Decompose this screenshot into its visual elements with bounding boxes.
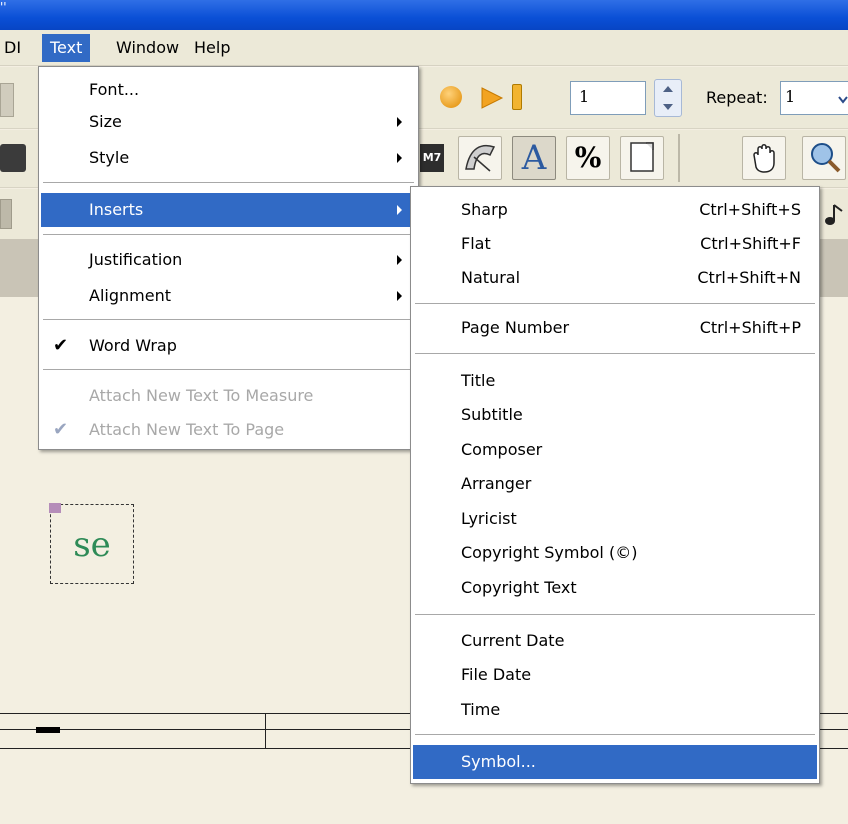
menu-item-current-date[interactable]: Current Date	[413, 624, 817, 658]
page-tool-button[interactable]	[620, 136, 664, 180]
text-tool-button[interactable]: A	[512, 136, 556, 180]
page-number-field[interactable]: 1	[570, 81, 646, 115]
menu-item-size[interactable]: Size	[41, 105, 416, 139]
stop-icon[interactable]	[512, 84, 522, 110]
record-icon[interactable]	[440, 86, 462, 108]
lyrics-icon	[465, 144, 496, 172]
menu-bar: DI Text Window Help	[0, 30, 848, 66]
play-icon[interactable]	[478, 85, 506, 111]
lyrics-tool-button[interactable]	[458, 136, 502, 180]
menu-item-copyright-text[interactable]: Copyright Text	[413, 571, 817, 605]
menu-item-copyright-symbol[interactable]: Copyright Symbol (©)	[413, 536, 817, 570]
submenu-arrow-icon	[397, 153, 402, 163]
submenu-arrow-icon	[397, 117, 402, 127]
menu-item-flat[interactable]: Flat Ctrl+Shift+F	[413, 227, 817, 261]
percent-label: %	[574, 141, 602, 174]
spinner-up-icon[interactable]	[663, 86, 673, 92]
menu-separator	[415, 734, 815, 735]
expression-tool-button[interactable]: %	[566, 136, 610, 180]
menu-item-alignment[interactable]: Alignment	[41, 279, 416, 313]
chord-symbol-tool[interactable]: M7	[420, 144, 444, 172]
submenu-arrow-icon	[397, 291, 402, 301]
menu-item-arranger[interactable]: Arranger	[413, 467, 817, 501]
note-icon[interactable]	[822, 201, 846, 227]
menu-separator	[43, 319, 414, 320]
page-icon	[630, 142, 654, 172]
menu-separator	[415, 303, 815, 304]
text-block-content: se	[73, 525, 111, 565]
magnifier-icon	[811, 143, 841, 173]
menu-window[interactable]: Window	[108, 34, 187, 62]
menu-separator	[415, 614, 815, 615]
hand-tool-button[interactable]	[742, 136, 786, 180]
text-menu: Font... Size Style Inserts Justification…	[38, 66, 419, 450]
menu-item-font[interactable]: Font...	[41, 73, 416, 107]
checkmark-icon: ✔	[53, 419, 69, 440]
text-block[interactable]: se	[49, 503, 134, 584]
menu-item-attach-measure[interactable]: Attach New Text To Measure	[41, 379, 416, 413]
menu-separator	[43, 369, 414, 370]
menu-item-word-wrap[interactable]: ✔ Word Wrap	[41, 329, 416, 363]
tool-partial-icon[interactable]	[0, 144, 26, 172]
repeat-label: Repeat:	[706, 88, 768, 107]
menu-item-composer[interactable]: Composer	[413, 433, 817, 467]
menu-item-style[interactable]: Style	[41, 141, 416, 175]
submenu-arrow-icon	[397, 205, 402, 215]
toolbar-separator	[678, 134, 680, 182]
menu-item-subtitle[interactable]: Subtitle	[413, 398, 817, 432]
checkmark-icon: ✔	[53, 335, 69, 356]
menu-text[interactable]: Text	[42, 34, 91, 62]
menu-item-lyricist[interactable]: Lyricist	[413, 502, 817, 536]
submenu-arrow-icon	[397, 255, 402, 265]
title-fragment: ''	[0, 0, 7, 14]
menu-item-natural[interactable]: Natural Ctrl+Shift+N	[413, 261, 817, 295]
chevron-down-icon[interactable]	[838, 95, 848, 105]
zoom-tool-button[interactable]	[802, 136, 846, 180]
menu-separator	[43, 182, 414, 183]
menu-item-time[interactable]: Time	[413, 693, 817, 727]
toolbar-button-partial[interactable]	[0, 83, 14, 117]
whole-rest-icon	[36, 727, 60, 733]
hand-icon	[753, 144, 775, 173]
barline	[265, 713, 266, 749]
menu-item-sharp[interactable]: Sharp Ctrl+Shift+S	[413, 193, 817, 227]
menu-midi[interactable]: DI	[0, 34, 29, 62]
menu-item-file-date[interactable]: File Date	[413, 658, 817, 692]
menu-help[interactable]: Help	[186, 34, 238, 62]
menu-item-title[interactable]: Title	[413, 364, 817, 398]
window-title-bar: ''	[0, 0, 848, 30]
menu-separator	[43, 234, 414, 235]
page-spinner[interactable]	[654, 79, 682, 117]
menu-item-inserts[interactable]: Inserts	[41, 193, 416, 227]
text-tool-label: A	[521, 138, 547, 178]
menu-item-justification[interactable]: Justification	[41, 243, 416, 277]
menu-item-page-number[interactable]: Page Number Ctrl+Shift+P	[413, 311, 817, 345]
text-block-handle[interactable]	[49, 503, 61, 513]
inserts-submenu: Sharp Ctrl+Shift+S Flat Ctrl+Shift+F Nat…	[410, 186, 820, 784]
toolbar-button-partial[interactable]	[0, 199, 12, 229]
menu-item-symbol[interactable]: Symbol...	[413, 745, 817, 779]
spinner-down-icon[interactable]	[663, 104, 673, 110]
menu-separator	[415, 353, 815, 354]
menu-item-attach-page[interactable]: ✔ Attach New Text To Page	[41, 413, 416, 447]
